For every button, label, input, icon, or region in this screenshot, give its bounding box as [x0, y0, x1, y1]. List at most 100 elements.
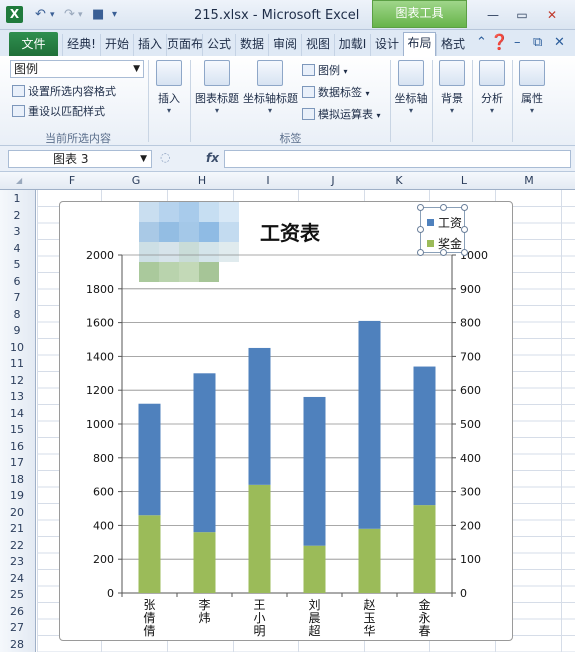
chart-element-select[interactable]: 图例 ▼ — [10, 60, 144, 78]
undo-dropdown-icon[interactable]: ▾ — [50, 10, 55, 20]
chart-title-button[interactable]: 图表标题 ▾ — [193, 60, 241, 115]
tab-page-layout[interactable]: 页面布 — [166, 34, 202, 56]
row-header[interactable]: 4 — [0, 242, 34, 255]
tab-layout[interactable]: 布局 — [403, 32, 436, 57]
bar-segment-salary — [413, 366, 436, 506]
row-header[interactable]: 23 — [0, 555, 34, 568]
row-header[interactable]: 19 — [0, 489, 34, 502]
data-labels-button[interactable]: 数据标签 ▾ — [302, 84, 370, 100]
resize-handle[interactable] — [440, 204, 447, 211]
doc-restore-icon[interactable]: ⧉ — [533, 35, 542, 50]
doc-close-icon[interactable]: ✕ — [554, 35, 565, 50]
tab-file[interactable]: 文件 — [9, 32, 58, 56]
row-header[interactable]: 2 — [0, 209, 34, 222]
legend-button[interactable]: 图例 ▾ — [302, 62, 348, 78]
row-header[interactable]: 24 — [0, 572, 34, 585]
resize-handle[interactable] — [461, 226, 468, 233]
row-header[interactable]: 17 — [0, 456, 34, 469]
resize-handle[interactable] — [417, 249, 424, 256]
y-left-tick-label: 2000 — [86, 249, 114, 262]
tab-format[interactable]: 格式 — [436, 34, 469, 56]
row-header[interactable]: 21 — [0, 522, 34, 535]
tab-addins[interactable]: 加载I — [334, 34, 370, 56]
column-header[interactable]: G — [126, 174, 146, 187]
row-header[interactable]: 14 — [0, 407, 34, 420]
minimize-button[interactable]: — — [481, 6, 505, 24]
row-header[interactable]: 5 — [0, 258, 34, 271]
row-header[interactable]: 27 — [0, 621, 34, 634]
row-header[interactable]: 1 — [0, 192, 34, 205]
collapse-ribbon-icon[interactable]: ⌃ — [476, 35, 487, 50]
undo-icon[interactable]: ↶ — [35, 7, 46, 22]
chart-object[interactable]: 工资表 0 200 400 600 800 1000 1200 1400 1600 1800 200… — [59, 201, 513, 641]
analysis-button[interactable]: 分析 ▾ — [476, 60, 508, 115]
name-box-value: 图表 3 — [53, 152, 89, 166]
axis-titles-icon — [257, 60, 283, 86]
help-icon[interactable]: ❓ — [490, 33, 509, 51]
row-header[interactable]: 6 — [0, 275, 34, 288]
close-button[interactable]: ✕ — [540, 6, 564, 24]
data-table-button[interactable]: 模拟运算表 ▾ — [302, 106, 381, 122]
resize-handle[interactable] — [440, 249, 447, 256]
legend-entry-salary[interactable]: 工资 — [427, 214, 462, 231]
resize-handle[interactable] — [417, 226, 424, 233]
row-header[interactable]: 16 — [0, 440, 34, 453]
tab-home[interactable]: 开始 — [100, 34, 133, 56]
resize-handle[interactable] — [461, 204, 468, 211]
tab-view[interactable]: 视图 — [301, 34, 334, 56]
row-header[interactable]: 22 — [0, 539, 34, 552]
row-header[interactable]: 25 — [0, 588, 34, 601]
row-header[interactable]: 8 — [0, 308, 34, 321]
row-header[interactable]: 9 — [0, 324, 34, 337]
row-header[interactable]: 10 — [0, 341, 34, 354]
axis-titles-button[interactable]: 坐标轴标题 ▾ — [243, 60, 298, 115]
row-header[interactable]: 11 — [0, 357, 34, 370]
resize-handle[interactable] — [461, 249, 468, 256]
column-header[interactable]: F — [62, 174, 82, 187]
chart-legend[interactable]: 工资 奖金 — [420, 207, 465, 253]
row-header[interactable]: 28 — [0, 638, 34, 651]
redo-icon[interactable]: ↷ — [64, 7, 75, 22]
formula-bar-resize-icon[interactable]: ◌ — [160, 150, 170, 164]
tab-insert[interactable]: 插入 — [133, 34, 166, 56]
row-header[interactable]: 13 — [0, 390, 34, 403]
row-header[interactable]: 18 — [0, 473, 34, 486]
tab-review[interactable]: 审阅 — [268, 34, 301, 56]
column-header[interactable]: I — [258, 174, 278, 187]
y-left-tick-label: 1800 — [86, 283, 114, 296]
column-header[interactable]: L — [454, 174, 474, 187]
maximize-button[interactable]: ▭ — [510, 6, 534, 24]
insert-button[interactable]: 插入 ▾ — [152, 60, 186, 115]
name-box[interactable]: 图表 3 ▼ — [8, 150, 152, 168]
y-right-tick-label: 100 — [460, 553, 481, 566]
customize-qat-icon[interactable]: ▾ — [112, 9, 117, 20]
tab-formulas[interactable]: 公式 — [202, 34, 235, 56]
row-header[interactable]: 20 — [0, 506, 34, 519]
doc-minimize-icon[interactable]: – — [514, 35, 521, 50]
tab-design[interactable]: 设计 — [370, 34, 403, 56]
column-header[interactable]: M — [519, 174, 539, 187]
select-all-icon[interactable]: ◢ — [16, 176, 22, 185]
row-header[interactable]: 7 — [0, 291, 34, 304]
redo-dropdown-icon[interactable]: ▾ — [78, 10, 83, 20]
format-selection-button[interactable]: 设置所选内容格式 — [12, 83, 116, 99]
row-header[interactable]: 12 — [0, 374, 34, 387]
bar-segment-bonus — [193, 532, 216, 593]
row-header[interactable]: 3 — [0, 225, 34, 238]
properties-button[interactable]: 属性 ▾ — [516, 60, 548, 115]
resize-handle[interactable] — [417, 204, 424, 211]
background-button[interactable]: 背景 ▾ — [436, 60, 468, 115]
insert-function-icon[interactable]: fx — [206, 151, 219, 165]
column-header[interactable]: K — [389, 174, 409, 187]
row-header[interactable]: 26 — [0, 605, 34, 618]
tab-classic[interactable]: 经典! — [62, 34, 100, 56]
reset-style-button[interactable]: 重设以匹配样式 — [12, 103, 105, 119]
tab-data[interactable]: 数据 — [235, 34, 268, 56]
row-header[interactable]: 15 — [0, 423, 34, 436]
column-header[interactable]: J — [323, 174, 343, 187]
save-icon[interactable]: ■ — [92, 7, 104, 22]
excel-app-icon[interactable]: X — [6, 6, 23, 23]
formula-input[interactable] — [224, 150, 571, 168]
axes-button[interactable]: 坐标轴 ▾ — [393, 60, 429, 115]
column-header[interactable]: H — [192, 174, 212, 187]
